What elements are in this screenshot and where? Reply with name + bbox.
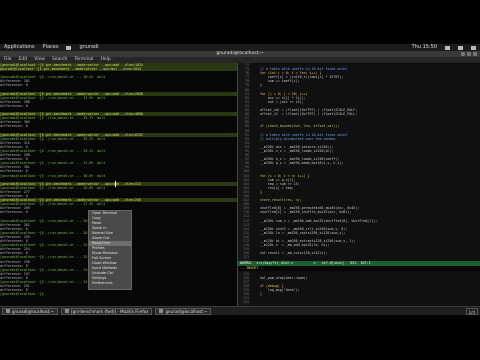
firefox-icon (65, 309, 70, 313)
bottom-panel: gnuradi@localhost:~ [gnr-benchmark (fwd)… (0, 306, 480, 315)
context-menu[interactable]: Open Terminal Copy Paste Zoom In Normal Size… (88, 210, 132, 290)
terminal-icon (66, 45, 72, 50)
applications-menu[interactable]: Applications (4, 44, 35, 51)
active-app-label[interactable]: gnuradi (79, 44, 98, 51)
window-title: gnuradi@localhost:~ (216, 51, 264, 56)
editor-cmdline[interactable]: -- INSERT -- (238, 266, 480, 271)
taskbar-item-firefox[interactable]: [gnr-benchmark (fwd)] - Mozilla Firefox (61, 307, 153, 315)
taskbar-item-terminal-2[interactable]: gnuradi@localhost:~ (155, 307, 212, 315)
terminal-icon (159, 309, 164, 313)
top-panel: Applications Places gnuradi Thu 15:50 (0, 44, 480, 51)
screen: Applications Places gnuradi Thu 15:50 gn… (0, 0, 480, 360)
code-line[interactable] (252, 300, 480, 304)
line-number: 132 (243, 300, 249, 305)
power-icon[interactable] (471, 45, 476, 50)
terminal-line: [gnuradi@localhost ~]$ (0, 292, 44, 297)
taskbar-item-label: gnuradi@localhost:~ (165, 308, 208, 314)
volume-icon[interactable] (458, 45, 463, 50)
taskbar-item-label: gnuradi@localhost:~ (12, 308, 55, 314)
maximize-button[interactable] (467, 52, 471, 56)
mouse-cursor (115, 181, 116, 187)
terminal-icon (6, 309, 10, 313)
close-button[interactable] (473, 52, 477, 56)
clock[interactable]: Thu 15:50 (412, 44, 437, 51)
network-icon[interactable] (445, 45, 450, 50)
workspace-pager[interactable]: 1/4 (465, 307, 478, 315)
minimize-button[interactable] (461, 52, 465, 56)
taskbar-item-terminal-1[interactable]: gnuradi@localhost:~ (2, 307, 59, 315)
taskbar-item-label: [gnr-benchmark (fwd)] - Mozilla Firefox (71, 308, 149, 314)
context-menu-item[interactable]: Preferences (89, 281, 131, 286)
places-menu[interactable]: Places (43, 44, 59, 51)
